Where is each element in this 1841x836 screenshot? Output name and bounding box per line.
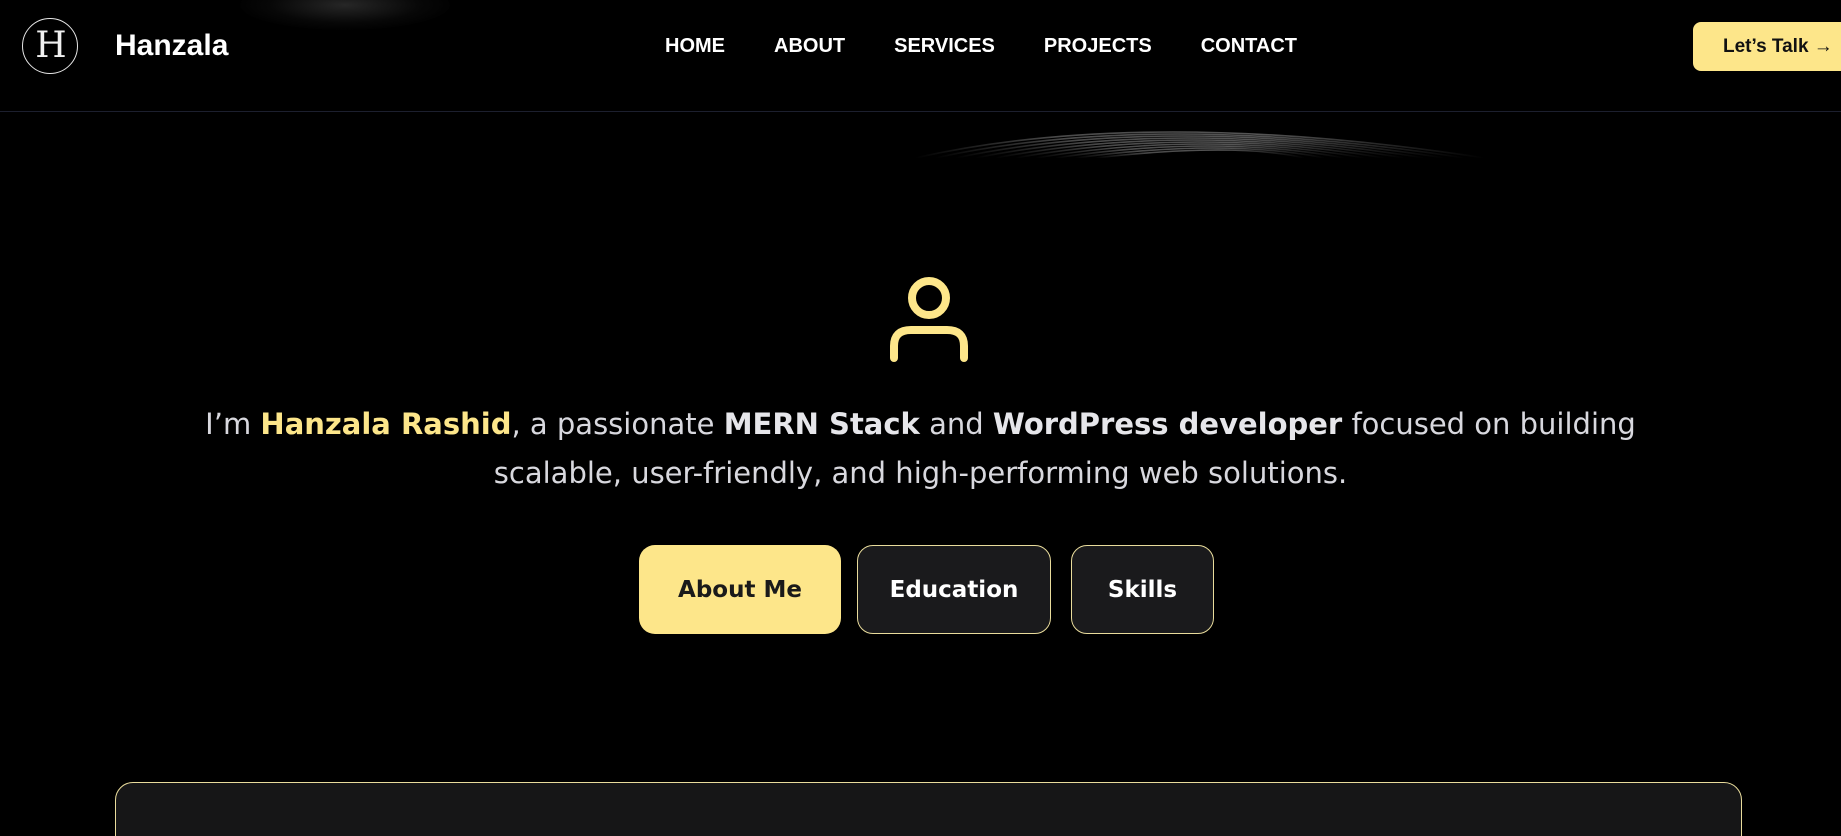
- tab-content-card: [115, 782, 1742, 836]
- page: H Hanzala HOME ABOUT SERVICES PROJECTS C…: [0, 0, 1841, 836]
- intro-mid-2: and: [919, 407, 993, 441]
- user-icon: [890, 277, 968, 362]
- logo-letter: H: [35, 25, 66, 66]
- nav-projects[interactable]: PROJECTS: [1044, 35, 1152, 58]
- tab-about-me[interactable]: About Me: [639, 545, 841, 634]
- nav-about[interactable]: ABOUT: [774, 35, 845, 58]
- intro-prefix: I’m: [205, 407, 261, 441]
- main-nav: HOME ABOUT SERVICES PROJECTS CONTACT: [665, 35, 1346, 58]
- intro-text: I’m Hanzala Rashid, a passionate MERN St…: [150, 400, 1691, 498]
- nav-services[interactable]: SERVICES: [894, 35, 995, 58]
- brand-name[interactable]: Hanzala: [115, 29, 228, 63]
- nav-home[interactable]: HOME: [665, 35, 725, 58]
- site-header: H Hanzala HOME ABOUT SERVICES PROJECTS C…: [0, 0, 1841, 112]
- logo[interactable]: H: [22, 18, 78, 74]
- intro-name: Hanzala Rashid: [260, 407, 512, 441]
- tab-education[interactable]: Education: [857, 545, 1051, 634]
- intro-mid-1: , a passionate: [511, 407, 724, 441]
- intro-skill-mern: MERN Stack: [723, 407, 920, 441]
- tab-skills[interactable]: Skills: [1071, 545, 1214, 634]
- intro-skill-wordpress: WordPress developer: [992, 407, 1343, 441]
- lets-talk-button[interactable]: Let’s Talk →: [1693, 22, 1841, 71]
- nav-contact[interactable]: CONTACT: [1201, 35, 1297, 58]
- about-tabs: About Me Education Skills: [0, 545, 1841, 635]
- decorative-wave: [915, 131, 1485, 158]
- decorative-blur: [240, 0, 450, 30]
